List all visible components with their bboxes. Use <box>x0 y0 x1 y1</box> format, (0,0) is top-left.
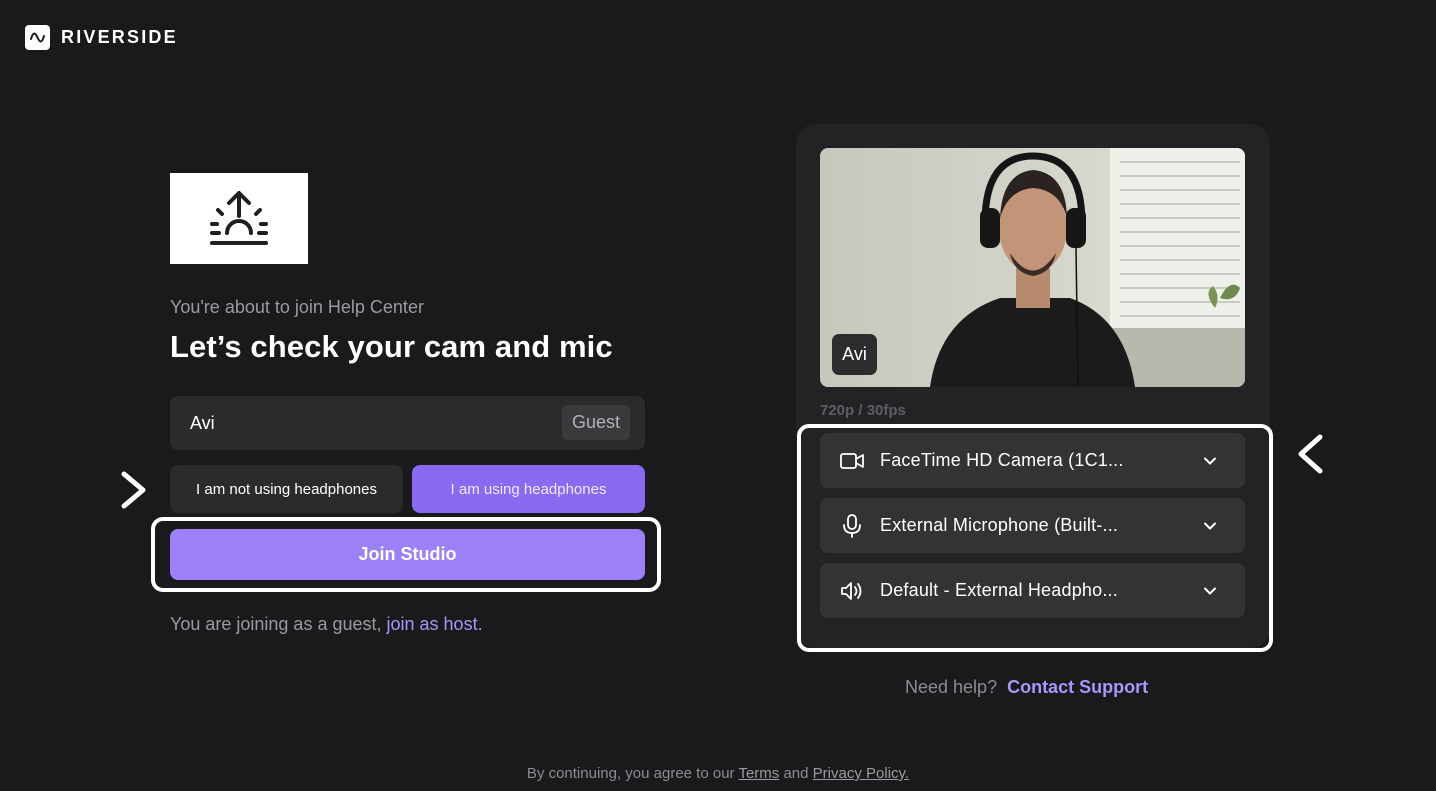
privacy-policy-link[interactable]: Privacy Policy. <box>813 765 909 782</box>
microphone-select-label: External Microphone (Built-... <box>880 515 1119 535</box>
name-field[interactable]: Guest <box>170 396 645 450</box>
using-headphones-button[interactable]: I am using headphones <box>412 465 645 513</box>
camera-select-label: FaceTime HD Camera (1C1... <box>880 450 1124 470</box>
terms-link[interactable]: Terms <box>738 765 779 782</box>
chevron-down-icon <box>1204 457 1216 464</box>
join-subtitle: You're about to join Help Center <box>170 297 424 317</box>
guest-note: You are joining as a guest, join as host… <box>170 614 483 635</box>
chevron-right-icon <box>121 471 146 509</box>
wave-logo-icon <box>25 25 50 50</box>
help-row: Need help? Contact Support <box>905 677 1148 698</box>
footer-prefix: By continuing, you agree to our <box>526 765 735 782</box>
name-input[interactable] <box>190 396 550 450</box>
legal-footer: By continuing, you agree to our Terms an… <box>0 765 1436 782</box>
speaker-icon <box>840 579 864 603</box>
camera-select[interactable]: FaceTime HD Camera (1C1... <box>820 433 1245 488</box>
contact-support-link[interactable]: Contact Support <box>1007 677 1148 698</box>
not-using-headphones-button[interactable]: I am not using headphones <box>170 465 403 513</box>
page-title: Let’s check your cam and mic <box>170 329 613 364</box>
riverside-logo[interactable]: RIVERSIDE <box>25 25 178 50</box>
participant-name-tag: Avi <box>832 334 877 375</box>
help-prompt: Need help? <box>905 677 998 697</box>
camera-icon <box>840 449 864 473</box>
footer-and: and <box>783 765 809 782</box>
camera-preview-image <box>820 148 1245 387</box>
brand-name: RIVERSIDE <box>61 27 178 47</box>
speaker-select[interactable]: Default - External Headpho... <box>820 563 1245 618</box>
resolution-label: 720p / 30fps <box>820 402 906 419</box>
microphone-select[interactable]: External Microphone (Built-... <box>820 498 1245 553</box>
chevron-down-icon <box>1204 587 1216 594</box>
join-studio-button[interactable]: Join Studio <box>170 529 645 580</box>
guest-note-text: You are joining as a guest, <box>170 614 382 634</box>
role-badge: Guest <box>561 405 630 440</box>
chevron-left-icon <box>1298 434 1323 474</box>
chevron-down-icon <box>1204 522 1216 529</box>
camera-preview <box>820 148 1245 387</box>
microphone-icon <box>840 513 864 538</box>
sunrise-logo-icon <box>170 173 308 264</box>
speaker-select-label: Default - External Headpho... <box>880 580 1118 600</box>
join-as-host-link[interactable]: join as host. <box>387 614 483 634</box>
